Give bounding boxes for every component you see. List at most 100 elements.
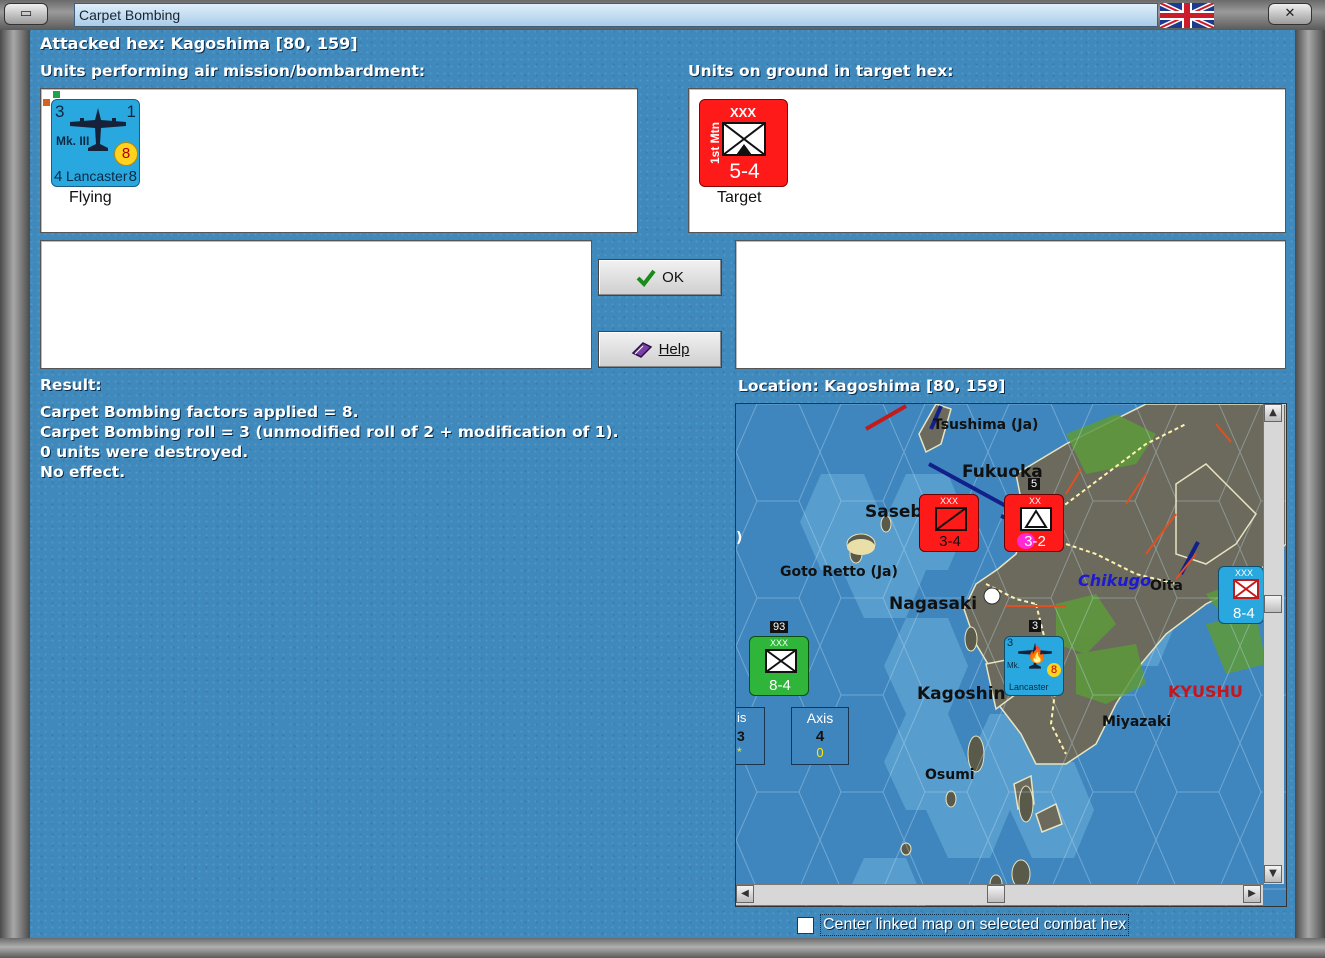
vertical-scroll-thumb[interactable] [1264, 595, 1282, 613]
place-oita: Oita [1150, 578, 1183, 594]
map-paren: ) [736, 530, 743, 546]
bomb-factor-badge: 8 [114, 142, 138, 166]
map-counter-red-armor[interactable]: XX 3-2 [1004, 494, 1064, 552]
result-text: Carpet Bombing factors applied = 8. Carp… [40, 402, 619, 482]
lanc-name: Lancaster [1009, 682, 1049, 692]
air-bottom-left: 4 [54, 168, 63, 185]
ground-status: Target [717, 189, 762, 206]
map-vertical-scrollbar[interactable]: ▲ ▼ [1263, 404, 1284, 884]
map-counter-lancaster[interactable]: 3 🔥 Mk. 8 Lancaster [1004, 636, 1064, 696]
ground-strength: 5-4 [729, 160, 760, 183]
air-units-panel[interactable]: 3 1 Mk. III 8 4 Lancaster 8 Flying [40, 88, 638, 233]
help-label: Help [658, 341, 690, 358]
bomb-factor-badge: 8 [1047, 663, 1061, 677]
lancaster-stack-count: 3 [1029, 620, 1042, 632]
result-line: 0 units were destroyed. [40, 443, 249, 461]
blue-size: XXX [1235, 568, 1254, 578]
result-label: Result: [40, 376, 102, 394]
map-horizontal-scrollbar[interactable]: ◀ ▶ [736, 884, 1263, 905]
lanc-model: Mk. [1007, 661, 1020, 670]
map-counter-green-infantry[interactable]: XXX 8-4 [749, 636, 809, 696]
result-line: Carpet Bombing roll = 3 (unmodified roll… [40, 423, 619, 441]
fire-icon: 🔥 [1027, 645, 1047, 664]
air-detail-panel[interactable] [40, 240, 592, 369]
place-kyushu: KYUSHU [1168, 682, 1243, 701]
union-jack-flag-icon [1160, 3, 1214, 28]
place-kagoshima: Kagoshin [917, 684, 1006, 704]
map-counter-red-cavalry[interactable]: XXX 3-4 [919, 494, 979, 552]
red2-strength: 3-2 [1024, 533, 1046, 550]
scroll-up-arrow-icon[interactable]: ▲ [1264, 404, 1282, 422]
air-top-left: 3 [55, 102, 65, 121]
air-model: Mk. III [56, 134, 90, 148]
center-map-checkbox[interactable] [797, 917, 814, 934]
axis2-title: Axis [806, 710, 834, 726]
window-title: Carpet Bombing [79, 7, 181, 23]
horizontal-scroll-thumb[interactable] [987, 885, 1005, 903]
place-osumi: Osumi [925, 767, 975, 783]
red1-strength: 3-4 [939, 533, 961, 550]
red2-stack-count: 5 [1028, 478, 1041, 490]
ground-units-label: Units on ground in target hex: [688, 62, 954, 80]
ground-detail-panel[interactable] [735, 240, 1286, 369]
green-stack-count: 93 [770, 621, 789, 633]
place-miyazaki: Miyazaki [1102, 714, 1172, 730]
help-button[interactable]: Help [598, 331, 722, 368]
place-goto-retto: Goto Retto (Ja) [780, 564, 898, 580]
infantry-symbol-icon [1233, 579, 1259, 599]
place-nagasaki: Nagasaki [889, 594, 978, 614]
result-line: No effect. [40, 463, 126, 481]
axis1-sub: * [737, 745, 742, 759]
air-bottom-right: 8 [128, 168, 137, 185]
mountain-corps-counter[interactable]: XXX 1st Mtn 5-4 [699, 99, 788, 187]
place-chikugo: Chikugo [1078, 571, 1152, 590]
attacked-hex-title: Attacked hex: Kagoshima [80, 159] [40, 34, 358, 53]
close-button[interactable]: ✕ [1268, 3, 1312, 25]
air-units-label: Units performing air mission/bombardment… [40, 62, 426, 80]
red2-size: XX [1029, 496, 1042, 506]
mountain-infantry-symbol-icon [722, 122, 766, 156]
air-status: Flying [69, 189, 112, 206]
title-caption: Carpet Bombing [74, 3, 1158, 27]
lanc-top-left: 3 [1007, 637, 1014, 649]
map-counter-blue-armor[interactable]: XXX 8-4 [1218, 566, 1264, 624]
place-saseb: Saseb [865, 502, 923, 522]
center-map-label[interactable]: Center linked map on selected combat hex [820, 914, 1130, 936]
green-size: XXX [770, 638, 789, 648]
axis2-sub: 0 [816, 745, 824, 760]
axis-box-1: is 3 * [736, 707, 765, 765]
result-line: Carpet Bombing factors applied = 8. [40, 403, 359, 421]
linked-map[interactable]: Tsushima (Ja) Fukuoka Saseb ) Goto Retto… [735, 403, 1287, 907]
checkmark-icon [636, 269, 656, 287]
location-label: Location: Kagoshima [80, 159] [738, 377, 1006, 395]
ground-side: 1st Mtn [708, 122, 722, 164]
ground-size: XXX [730, 105, 757, 120]
green-strength: 8-4 [769, 677, 791, 694]
red1-size: XXX [940, 496, 959, 506]
scroll-left-arrow-icon[interactable]: ◀ [736, 885, 754, 903]
unit-marker-icon [53, 91, 60, 98]
scroll-down-arrow-icon[interactable]: ▼ [1264, 865, 1282, 883]
title-bar: ▭ Carpet Bombing ✕ [0, 0, 1325, 30]
place-tsushima: Tsushima (Ja) [933, 417, 1039, 433]
air-name: Lancaster [66, 168, 128, 184]
left-frame-bar [0, 30, 30, 938]
blue-strength: 8-4 [1233, 605, 1255, 622]
unit-marker-icon [43, 99, 50, 106]
bottom-frame-bar [0, 938, 1325, 958]
cavalry-symbol-icon [935, 507, 967, 531]
ok-label: OK [662, 269, 684, 286]
ok-button[interactable]: OK [598, 259, 722, 296]
axis-box-2: Axis 4 0 [791, 707, 849, 765]
help-book-icon [631, 341, 652, 358]
ground-units-panel[interactable]: XXX 1st Mtn 5-4 Target [688, 88, 1286, 233]
infantry-symbol-icon [765, 649, 797, 673]
axis2-value: 4 [815, 728, 825, 745]
axis1-value: 3 [737, 728, 745, 744]
axis1-title: is [737, 710, 747, 725]
system-menu-button[interactable]: ▭ [4, 3, 48, 25]
armor-symbol-icon [1020, 507, 1052, 531]
scroll-right-arrow-icon[interactable]: ▶ [1243, 885, 1261, 903]
lancaster-counter[interactable]: 3 1 Mk. III 8 4 Lancaster 8 [51, 99, 140, 187]
right-frame-bar [1295, 30, 1325, 938]
